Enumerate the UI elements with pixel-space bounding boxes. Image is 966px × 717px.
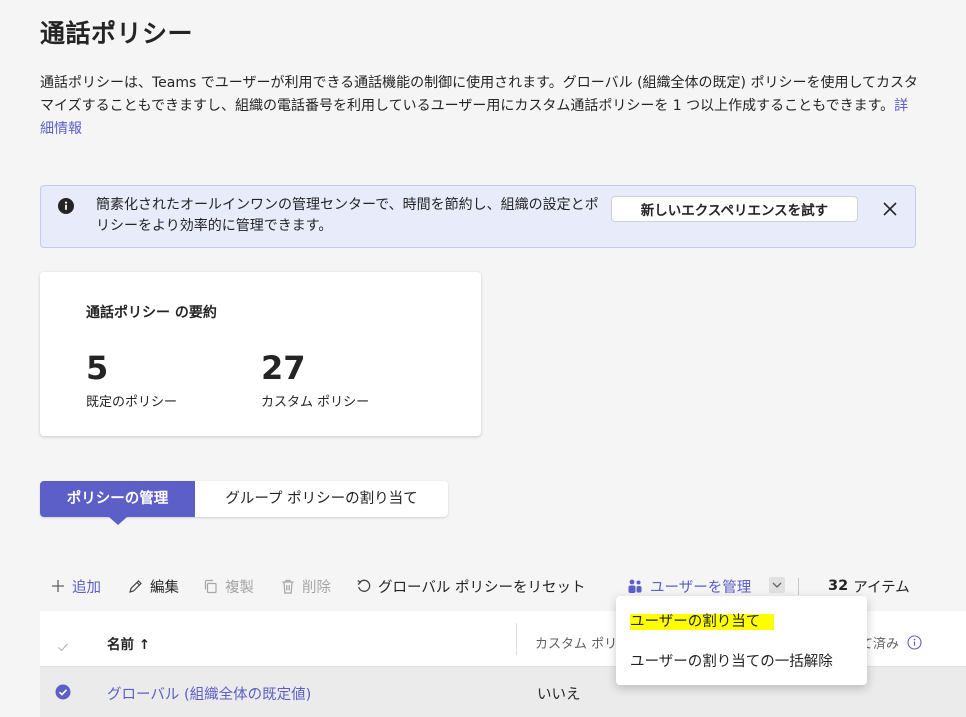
delete-button[interactable]: 削除: [280, 576, 331, 596]
chevron-down-icon: [772, 582, 782, 588]
page-description: 通話ポリシーは、Teams でユーザーが利用できる通話機能の制御に使用されます。…: [40, 72, 920, 141]
default-policies-label: 既定のポリシー: [86, 395, 178, 410]
column-header-custom[interactable]: カスタム ポリ: [535, 633, 617, 652]
command-divider: [798, 578, 799, 595]
reset-label: グローバル ポリシーをリセット: [378, 579, 586, 596]
edit-label: 編集: [150, 579, 179, 596]
tab-group-policy-assignment[interactable]: グループ ポリシーの割り当て: [195, 481, 448, 517]
summary-title: 通話ポリシー の要約: [86, 305, 217, 321]
pencil-icon: [129, 579, 142, 593]
trash-icon: [282, 579, 294, 594]
custom-policies-label: カスタム ポリシー: [261, 395, 370, 410]
menu-item-assign-users-label: ユーザーの割り当て: [630, 614, 775, 630]
menu-item-bulk-unassign-users[interactable]: ユーザーの割り当ての一括解除: [630, 650, 833, 671]
summary-card: 通話ポリシー の要約 5 既定のポリシー 27 カスタム ポリシー: [40, 272, 481, 436]
menu-item-assign-users[interactable]: ユーザーの割り当て: [630, 610, 775, 631]
delete-label: 削除: [302, 579, 331, 596]
custom-policy-value: いいえ: [537, 687, 581, 703]
add-button[interactable]: 追加: [50, 576, 101, 596]
page-title: 通話ポリシー: [40, 19, 194, 48]
custom-policies-count: 27: [261, 349, 306, 387]
info-outline-icon[interactable]: [907, 635, 922, 650]
column-separator: [516, 623, 517, 655]
row-checkbox[interactable]: [55, 684, 71, 700]
manage-users-label: ユーザーを管理: [650, 579, 752, 596]
tab-bar: ポリシーの管理 グループ ポリシーの割り当て: [40, 481, 448, 525]
banner-text: 簡素化されたオールインワンの管理センターで、時間を節約し、組織の設定とポリシーを…: [96, 197, 599, 234]
manage-users-menu: ユーザーの割り当て ユーザーの割り当ての一括解除: [616, 596, 867, 685]
default-policies-count: 5: [86, 349, 109, 387]
column-header-name[interactable]: 名前 ↑: [107, 633, 150, 653]
info-icon: [58, 198, 74, 214]
duplicate-label: 複製: [225, 579, 254, 596]
duplicate-button[interactable]: 複製: [202, 576, 254, 596]
tab-manage-policies[interactable]: ポリシーの管理: [40, 481, 195, 525]
new-experience-banner: 簡素化されたオールインワンの管理センターで、時間を節約し、組織の設定とポリシーを…: [40, 185, 916, 248]
edit-button[interactable]: 編集: [127, 576, 179, 596]
copy-icon: [204, 579, 217, 593]
people-icon: [628, 579, 642, 593]
reset-icon: [357, 579, 371, 592]
menu-item-bulk-unassign-users-label: ユーザーの割り当ての一括解除: [630, 654, 833, 670]
item-count-value: 32: [828, 578, 849, 594]
plus-icon: [52, 580, 64, 592]
manage-users-button[interactable]: ユーザーを管理: [626, 576, 751, 596]
manage-users-dropdown-toggle[interactable]: [769, 577, 785, 593]
select-all-checkbox[interactable]: [55, 639, 71, 655]
item-count: 32 アイテム: [828, 576, 910, 596]
reset-global-policy-button[interactable]: グローバル ポリシーをリセット: [356, 576, 585, 596]
try-new-experience-button[interactable]: 新しいエクスペリエンスを試す: [611, 196, 858, 222]
policy-name-link[interactable]: グローバル (組織全体の既定値): [107, 683, 311, 704]
column-header-assigned[interactable]: て済み: [860, 633, 922, 652]
item-count-unit: アイテム: [853, 579, 910, 596]
close-icon[interactable]: [879, 198, 901, 220]
description-text: 通話ポリシーは、Teams でユーザーが利用できる通話機能の制御に使用されます。…: [40, 75, 919, 114]
add-label: 追加: [72, 579, 101, 596]
